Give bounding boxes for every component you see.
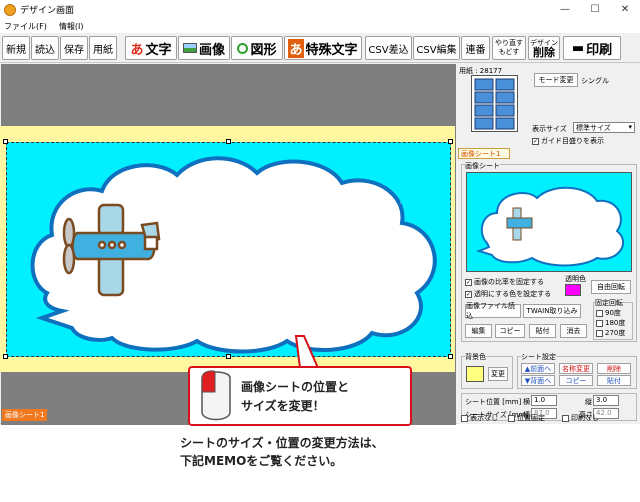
callout-line-1: 画像シートの位置と bbox=[241, 380, 350, 394]
callout-line-2: サイズを変更！ bbox=[241, 399, 325, 413]
caption: シートのサイズ・位置の変更方法は、 下記MEMOをご覧ください。 bbox=[180, 434, 384, 470]
mouse-icon bbox=[201, 370, 231, 421]
caption-line-2: 下記MEMOをご覧ください。 bbox=[180, 454, 343, 468]
caption-line-1: シートのサイズ・位置の変更方法は、 bbox=[180, 436, 384, 450]
callout-pointer bbox=[294, 335, 320, 369]
callout-text: 画像シートの位置と サイズを変更！ bbox=[241, 378, 349, 416]
